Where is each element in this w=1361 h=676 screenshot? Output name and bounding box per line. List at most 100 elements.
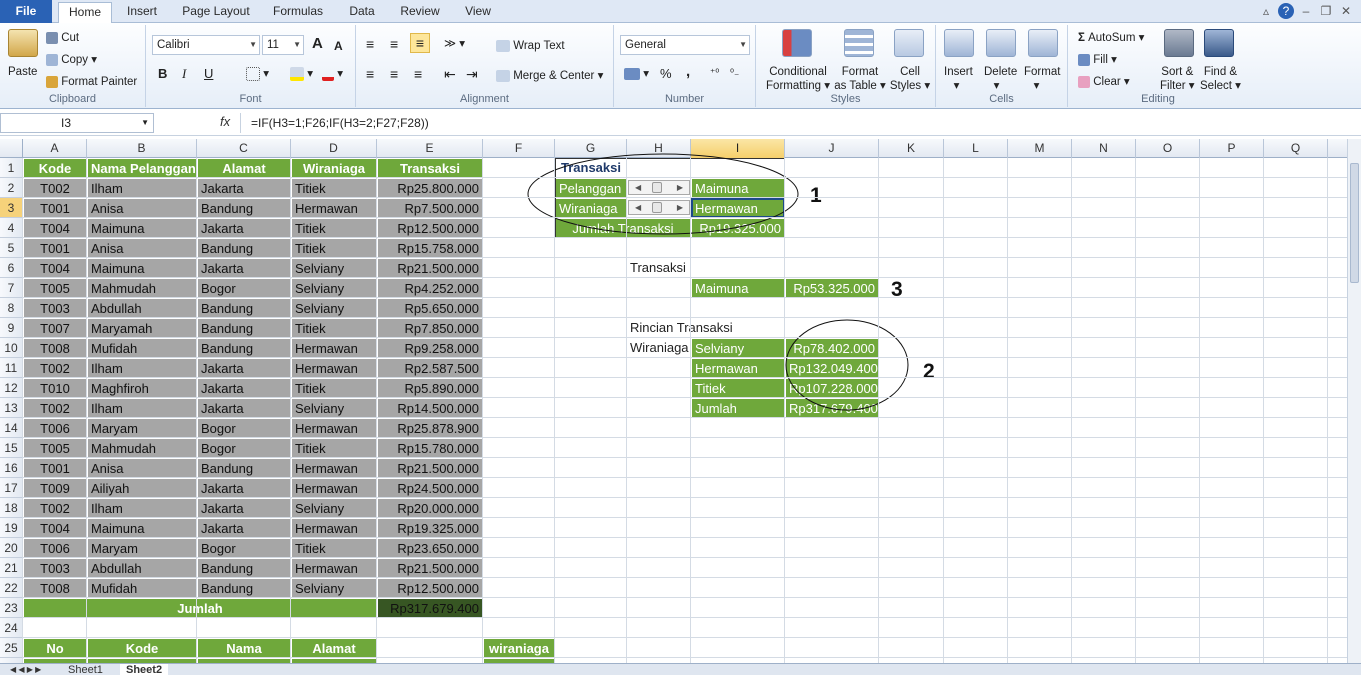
sheet-tab-2[interactable]: Sheet2 xyxy=(120,664,169,676)
transaksi-name[interactable]: Maimuna xyxy=(691,278,785,298)
insert-cells-button[interactable]: Insert ▾ xyxy=(944,65,973,93)
table-cell[interactable]: Mufidah xyxy=(87,338,197,358)
column-header-f[interactable]: F xyxy=(483,139,555,158)
table-cell[interactable]: T002 xyxy=(23,358,87,378)
window-restore-icon[interactable]: ❐ xyxy=(1318,3,1334,19)
tab-file[interactable]: File xyxy=(0,0,52,23)
table-cell[interactable]: Jakarta xyxy=(197,398,291,418)
rincian-name[interactable]: Hermawan xyxy=(691,358,785,378)
table-cell[interactable]: Selviany xyxy=(291,578,377,598)
table-cell[interactable]: T002 xyxy=(23,398,87,418)
help-icon[interactable]: ? xyxy=(1278,3,1294,19)
table-cell[interactable]: Jakarta xyxy=(197,178,291,198)
table-cell[interactable]: Rp21.500.000 xyxy=(377,458,483,478)
increase-indent-button[interactable]: ⇥ xyxy=(466,67,478,81)
fill-button[interactable]: Fill ▾ xyxy=(1078,53,1117,67)
rincian-value[interactable]: Rp107.228.000 xyxy=(785,378,879,398)
autosum-button[interactable]: Σ AutoSum ▾ xyxy=(1078,31,1144,45)
column-header-e[interactable]: E xyxy=(377,139,483,158)
rincian-value[interactable]: Rp78.402.000 xyxy=(785,338,879,358)
find-select-button[interactable]: Find & Select ▾ xyxy=(1200,65,1241,93)
table-cell[interactable]: Anisa xyxy=(87,458,197,478)
column-header-d[interactable]: D xyxy=(291,139,377,158)
table-cell[interactable]: T010 xyxy=(23,378,87,398)
row-header-20[interactable]: 20 xyxy=(0,538,23,558)
second-table-header[interactable]: Alamat xyxy=(291,638,377,658)
row-header-18[interactable]: 18 xyxy=(0,498,23,518)
table-cell[interactable]: T007 xyxy=(23,318,87,338)
table-cell[interactable]: Ilham xyxy=(87,398,197,418)
wrap-text-button[interactable]: Wrap Text xyxy=(496,39,565,53)
row-header-5[interactable]: 5 xyxy=(0,238,23,258)
table-cell[interactable]: Jakarta xyxy=(197,378,291,398)
table-cell[interactable]: Hermawan xyxy=(291,198,377,218)
table-cell[interactable]: Maryam xyxy=(87,538,197,558)
select-all-corner[interactable] xyxy=(0,139,23,158)
table-cell[interactable]: Rp24.500.000 xyxy=(377,478,483,498)
table-header[interactable]: Wiraniaga xyxy=(291,158,377,178)
table-cell[interactable]: Maimuna xyxy=(87,218,197,238)
table-cell[interactable]: T003 xyxy=(23,298,87,318)
column-header-b[interactable]: B xyxy=(87,139,197,158)
column-header-c[interactable]: C xyxy=(197,139,291,158)
table-cell[interactable]: Ilham xyxy=(87,358,197,378)
table-cell[interactable]: T001 xyxy=(23,238,87,258)
row-header-10[interactable]: 10 xyxy=(0,338,23,358)
table-cell[interactable]: T001 xyxy=(23,458,87,478)
table-cell[interactable]: Rp7.500.000 xyxy=(377,198,483,218)
table-cell[interactable]: Ilham xyxy=(87,498,197,518)
table-cell[interactable]: Rp2.587.500 xyxy=(377,358,483,378)
table-cell[interactable]: Mahmudah xyxy=(87,278,197,298)
wiraniaga-header[interactable]: wiraniaga xyxy=(483,638,555,658)
table-cell[interactable]: T002 xyxy=(23,178,87,198)
spreadsheet-grid[interactable]: ABCDEFGHIJKLMNOPQ Kode Nama Pelanggan Alam… xyxy=(0,139,1347,663)
row-header-15[interactable]: 15 xyxy=(0,438,23,458)
accounting-format-button[interactable]: ▾ xyxy=(624,67,649,81)
row-header-17[interactable]: 17 xyxy=(0,478,23,498)
total-value[interactable]: Rp317.679.400 xyxy=(377,598,483,618)
rincian-name[interactable]: Titiek xyxy=(691,378,785,398)
table-cell[interactable]: Bandung xyxy=(197,458,291,478)
row-header-6[interactable]: 6 xyxy=(0,258,23,278)
rincian-name[interactable]: Selviany xyxy=(691,338,785,358)
table-header[interactable]: Kode xyxy=(23,158,87,178)
orientation-button[interactable]: ≫ ▾ xyxy=(444,37,465,51)
row-header-13[interactable]: 13 xyxy=(0,398,23,418)
table-cell[interactable]: T004 xyxy=(23,218,87,238)
conditional-formatting-button[interactable]: Conditional Formatting ▾ xyxy=(766,65,830,93)
row-header-21[interactable]: 21 xyxy=(0,558,23,578)
table-cell[interactable]: Rp12.500.000 xyxy=(377,218,483,238)
grow-font-button[interactable]: A xyxy=(312,36,323,51)
table-cell[interactable]: Bandung xyxy=(197,338,291,358)
second-table-header[interactable]: No xyxy=(23,638,87,658)
font-name-combo[interactable]: Calibri ▼ xyxy=(152,35,260,55)
row-header-25[interactable]: 25 xyxy=(0,638,23,658)
column-header-g[interactable]: G xyxy=(555,139,627,158)
cell-styles-button[interactable]: Cell Styles ▾ xyxy=(888,65,932,93)
table-cell[interactable]: Titiek xyxy=(291,438,377,458)
format-as-table-button[interactable]: Format as Table ▾ xyxy=(834,65,886,93)
cut-button[interactable]: Cut xyxy=(46,31,79,45)
table-cell[interactable]: Bogor xyxy=(197,278,291,298)
table-cell[interactable]: Jakarta xyxy=(197,218,291,238)
table-cell[interactable]: Mahmudah xyxy=(87,438,197,458)
pelanggan-value[interactable]: Maimuna xyxy=(691,178,785,198)
row-header-11[interactable]: 11 xyxy=(0,358,23,378)
table-cell[interactable]: Hermawan xyxy=(291,518,377,538)
rincian-value[interactable]: Rp317.679.400 xyxy=(785,398,879,418)
table-cell[interactable]: T006 xyxy=(23,538,87,558)
table-cell[interactable]: Maghfiroh xyxy=(87,378,197,398)
formula-input[interactable]: =IF(H3=1;F26;IF(H3=2;F27;F28)) xyxy=(240,113,1346,133)
table-cell[interactable]: Bogor xyxy=(197,418,291,438)
table-cell[interactable]: T008 xyxy=(23,578,87,598)
total-label[interactable]: Jumlah xyxy=(23,598,377,618)
tab-formulas[interactable]: Formulas xyxy=(266,2,330,23)
bold-button[interactable]: B xyxy=(158,67,167,81)
table-cell[interactable]: Hermawan xyxy=(291,558,377,578)
table-cell[interactable]: Titiek xyxy=(291,238,377,258)
row-header-19[interactable]: 19 xyxy=(0,518,23,538)
column-header-h[interactable]: H xyxy=(627,139,691,158)
jumlah-transaksi-value[interactable]: Rp19.325.000 xyxy=(691,218,785,238)
table-cell[interactable]: Ailiyah xyxy=(87,478,197,498)
table-cell[interactable]: T006 xyxy=(23,418,87,438)
